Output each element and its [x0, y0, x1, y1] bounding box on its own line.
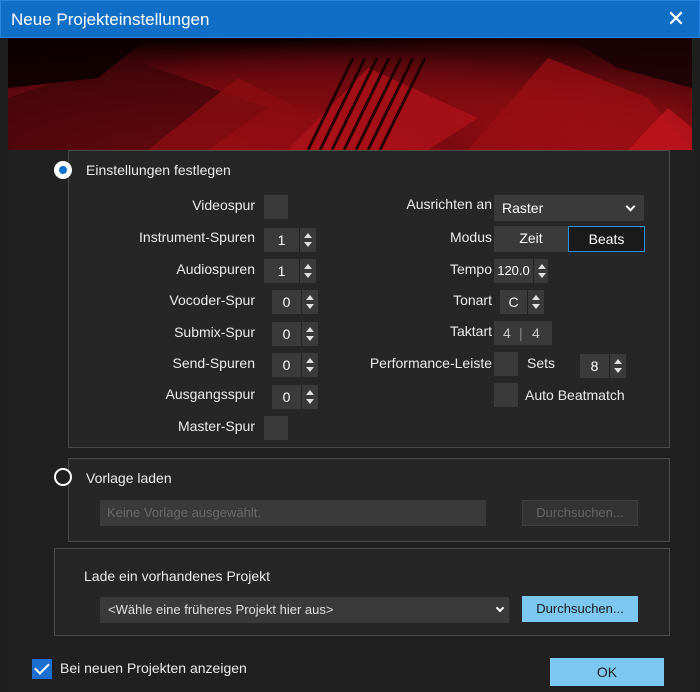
send-spuren-value[interactable]: 0	[272, 353, 302, 377]
audiospuren-stepper[interactable]: 1	[264, 259, 316, 283]
dialog-content: Einstellungen festlegen Videospur Instru…	[8, 150, 692, 692]
stepper-arrows-icon[interactable]	[610, 354, 626, 378]
show-on-new-label: Bei neuen Projekten anzeigen	[60, 660, 247, 676]
ausrichten-value: Raster	[502, 200, 544, 216]
close-icon[interactable]: ✕	[653, 1, 699, 37]
performance-leiste-label: Performance-Leiste	[369, 355, 492, 371]
sets-label: Sets	[527, 355, 556, 371]
ausgangsspur-label: Ausgangsspur	[165, 386, 255, 402]
sets-value[interactable]: 8	[580, 354, 610, 378]
send-spuren-label: Send-Spuren	[172, 355, 255, 371]
auto-beatmatch-label: Auto Beatmatch	[525, 387, 625, 403]
tempo-value[interactable]: 120.0	[494, 259, 534, 283]
existing-project-title: Lade ein vorhandenes Projekt	[84, 568, 271, 584]
tempo-label: Tempo	[449, 261, 492, 277]
stepper-arrows-icon[interactable]	[300, 259, 316, 283]
existing-browse-button[interactable]: Durchsuchen...	[522, 596, 638, 622]
ausrichten-label: Ausrichten an	[406, 196, 492, 212]
master-spur-label: Master-Spur	[177, 418, 255, 434]
videospur-label: Videospur	[192, 197, 255, 213]
ausrichten-select[interactable]: Raster	[494, 195, 644, 221]
stepper-arrows-icon[interactable]	[302, 322, 318, 346]
taktart-separator: |	[519, 325, 523, 341]
template-input[interactable]: Keine Vorlage ausgewählt.	[100, 500, 486, 526]
settings-radio[interactable]	[54, 161, 72, 179]
stepper-arrows-icon[interactable]	[528, 290, 544, 314]
window-title: Neue Projekteinstellungen	[11, 10, 210, 29]
modus-beats-button[interactable]: Beats	[568, 226, 645, 252]
settings-radio-label: Einstellungen festlegen	[86, 162, 231, 178]
title-bar: Neue Projekteinstellungen ✕	[0, 0, 700, 38]
ok-button[interactable]: OK	[550, 658, 664, 686]
existing-project-select[interactable]: <Wähle eine früheres Projekt hier aus>	[100, 597, 509, 623]
submix-spur-label: Submix-Spur	[174, 324, 255, 340]
stepper-arrows-icon[interactable]	[302, 353, 318, 377]
stepper-arrows-icon[interactable]	[302, 385, 318, 409]
ausgangsspur-value[interactable]: 0	[272, 385, 302, 409]
send-spuren-stepper[interactable]: 0	[272, 353, 318, 377]
taktart-denominator: 4	[532, 325, 540, 341]
tonart-value[interactable]: C	[500, 290, 528, 314]
taktart-field[interactable]: 4 | 4	[494, 321, 552, 345]
ausgangsspur-stepper[interactable]: 0	[272, 385, 318, 409]
tonart-label: Tonart	[453, 292, 492, 308]
taktart-label: Taktart	[449, 323, 492, 339]
stepper-arrows-icon[interactable]	[534, 259, 548, 283]
header-banner-image	[8, 38, 692, 150]
instrument-spuren-value[interactable]: 1	[264, 228, 300, 252]
audiospuren-label: Audiospuren	[176, 261, 255, 277]
template-radio[interactable]	[54, 468, 72, 486]
chevron-down-icon	[495, 603, 505, 613]
vocoder-spur-value[interactable]: 0	[272, 290, 302, 314]
videospur-checkbox[interactable]	[264, 195, 288, 219]
vocoder-spur-stepper[interactable]: 0	[272, 290, 318, 314]
instrument-spuren-label: Instrument-Spuren	[139, 229, 255, 245]
existing-project-value: <Wähle eine früheres Projekt hier aus>	[108, 602, 334, 617]
template-browse-button[interactable]: Durchsuchen...	[522, 500, 638, 526]
modus-label: Modus	[449, 229, 492, 245]
tonart-stepper[interactable]: C	[500, 290, 544, 314]
submix-spur-stepper[interactable]: 0	[272, 322, 318, 346]
template-radio-label: Vorlage laden	[86, 470, 172, 486]
stepper-arrows-icon[interactable]	[300, 228, 316, 252]
stepper-arrows-icon[interactable]	[302, 290, 318, 314]
submix-spur-value[interactable]: 0	[272, 322, 302, 346]
show-on-new-checkbox[interactable]	[32, 659, 52, 679]
performance-leiste-checkbox[interactable]	[494, 352, 518, 376]
audiospuren-value[interactable]: 1	[264, 259, 300, 283]
tempo-stepper[interactable]: 120.0	[494, 259, 548, 283]
master-spur-checkbox[interactable]	[264, 416, 288, 440]
taktart-numerator: 4	[503, 325, 511, 341]
modus-zeit-button[interactable]: Zeit	[494, 226, 568, 252]
sets-stepper[interactable]: 8	[580, 354, 626, 378]
auto-beatmatch-checkbox[interactable]	[494, 383, 518, 407]
vocoder-spur-label: Vocoder-Spur	[169, 292, 255, 308]
chevron-down-icon	[625, 201, 636, 212]
instrument-spuren-stepper[interactable]: 1	[264, 228, 316, 252]
